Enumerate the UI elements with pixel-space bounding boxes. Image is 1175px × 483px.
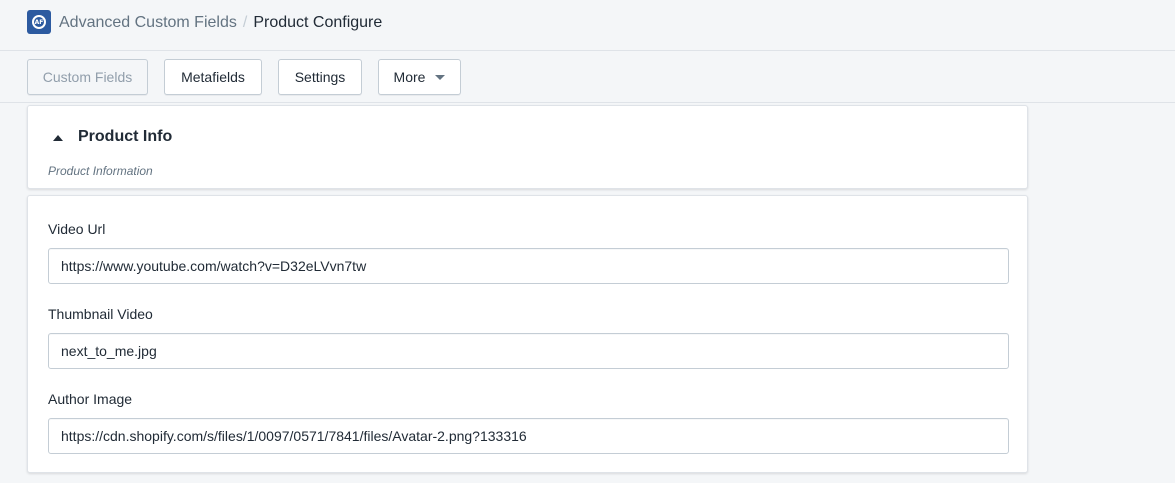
top-bar: AF Advanced Custom Fields / Product Config…: [0, 0, 1175, 51]
breadcrumb-separator: /: [242, 14, 248, 31]
acf-logo-icon[interactable]: AF: [27, 10, 51, 34]
metafields-button-label: Metafields: [181, 69, 245, 85]
breadcrumb-app-link[interactable]: Advanced Custom Fields: [59, 14, 237, 31]
video-url-label: Video Url: [48, 221, 106, 237]
page-title: Product Configure: [253, 14, 383, 31]
custom-fields-button[interactable]: Custom Fields: [27, 59, 148, 95]
toolbar: Custom Fields Metafields Settings More: [0, 51, 1175, 103]
section-description: Product Information: [48, 164, 153, 178]
thumbnail-video-input[interactable]: [48, 333, 1009, 369]
settings-button-label: Settings: [294, 69, 346, 85]
logo-ring: AF: [32, 15, 46, 29]
custom-fields-button-label: Custom Fields: [42, 69, 133, 85]
caret-down-icon: [435, 75, 446, 80]
fields-card: Video Url Thumbnail Video Author Image: [27, 195, 1028, 473]
caret-up-icon[interactable]: [53, 135, 63, 141]
metafields-button[interactable]: Metafields: [164, 59, 262, 95]
breadcrumb: Advanced Custom Fields / Product Configure: [59, 13, 382, 33]
section-header-card: Product Info Product Information: [27, 105, 1028, 189]
thumbnail-video-label: Thumbnail Video: [48, 306, 153, 322]
more-dropdown-button[interactable]: More: [378, 59, 461, 95]
section-title[interactable]: Product Info: [78, 128, 172, 146]
settings-button[interactable]: Settings: [278, 59, 362, 95]
video-url-input[interactable]: [48, 248, 1009, 284]
author-image-label: Author Image: [48, 391, 133, 407]
author-image-input[interactable]: [48, 418, 1009, 454]
more-button-label: More: [393, 69, 426, 85]
